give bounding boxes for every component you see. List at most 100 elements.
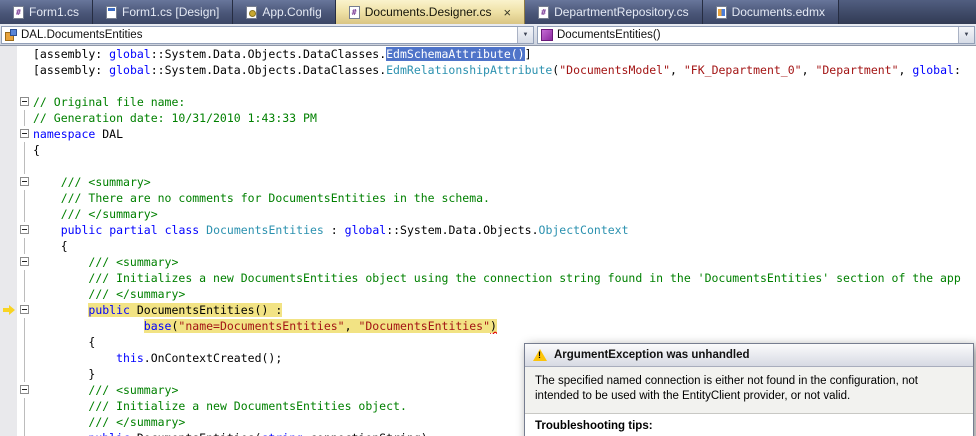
code-text: [assembly: global::System.Data.Objects.D… [33,62,976,78]
breakpoint-margin[interactable] [0,414,17,430]
breakpoint-margin[interactable] [0,430,17,436]
members-dropdown[interactable]: DocumentsEntities() ▼ [537,26,975,44]
collapse-icon[interactable] [20,305,29,314]
breakpoint-margin[interactable] [0,398,17,414]
collapse-icon[interactable] [20,385,29,394]
code-line[interactable]: /// There are no comments for DocumentsE… [0,190,976,206]
code-token: /// Initializes a new DocumentsEntities … [88,271,961,285]
collapse-icon[interactable] [20,257,29,266]
code-text: /// <summary> [33,254,976,270]
outlining-margin [17,126,33,142]
code-token: : [953,63,961,77]
breakpoint-margin[interactable] [0,190,17,206]
types-dropdown[interactable]: DAL.DocumentsEntities ▼ [1,26,534,44]
code-token: global [109,47,151,61]
code-text: { [33,238,976,254]
code-line[interactable]: /// <summary> [0,254,976,270]
breakpoint-margin[interactable] [0,94,17,110]
code-token: EdmRelationshipAttribute [386,63,553,77]
collapse-icon[interactable] [20,129,29,138]
breakpoint-margin[interactable] [0,46,17,62]
code-line[interactable]: base("name=DocumentsEntities", "Document… [0,318,976,334]
tab-app-config[interactable]: App.Config [233,0,336,24]
code-text: /// </summary> [33,206,976,222]
exception-popup-titlebar: ! ArgumentException was unhandled [525,344,973,367]
tab-departmentrepository-cs[interactable]: DepartmentRepository.cs [525,0,703,24]
code-line[interactable] [0,158,976,174]
breakpoint-margin[interactable] [0,238,17,254]
code-line[interactable]: namespace DAL [0,126,976,142]
breakpoint-margin[interactable] [0,334,17,350]
code-token: , [801,63,816,77]
outline-guide-line [24,366,25,382]
code-token: "name=DocumentsEntities" [178,319,345,333]
outline-guide-line [24,430,25,436]
code-line[interactable]: { [0,142,976,158]
code-line[interactable]: /// Initializes a new DocumentsEntities … [0,270,976,286]
breakpoint-margin[interactable] [0,62,17,78]
collapse-icon[interactable] [20,177,29,186]
code-line[interactable]: { [0,238,976,254]
code-line[interactable]: /// </summary> [0,286,976,302]
breakpoint-margin[interactable] [0,222,17,238]
breakpoint-margin[interactable] [0,350,17,366]
outlining-margin [17,206,33,222]
code-text: base("name=DocumentsEntities", "Document… [33,318,976,334]
tab-documents-edmx[interactable]: Documents.edmx [702,0,839,24]
code-line[interactable]: [assembly: global::System.Data.Objects.D… [0,46,976,62]
chevron-down-icon[interactable]: ▼ [958,27,974,43]
breakpoint-margin[interactable] [0,174,17,190]
code-line[interactable]: /// </summary> [0,206,976,222]
code-token: ::System.Data.Objects. [386,223,539,237]
outlining-margin [17,302,33,318]
breakpoint-margin[interactable] [0,318,17,334]
code-text: { [33,142,976,158]
outlining-margin [17,78,33,94]
code-line[interactable]: [assembly: global::System.Data.Objects.D… [0,62,976,78]
outlining-margin [17,350,33,366]
breakpoint-margin[interactable] [0,206,17,222]
breakpoint-margin[interactable] [0,366,17,382]
breakpoint-margin[interactable] [0,78,17,94]
outline-guide-line [24,334,25,350]
code-line[interactable]: // Generation date: 10/31/2010 1:43:33 P… [0,110,976,126]
code-token: /// <summary> [88,255,179,269]
config-file-icon [246,5,258,19]
editor-navigation-bar: DAL.DocumentsEntities ▼ DocumentsEntitie… [0,24,976,46]
outline-guide-line [24,110,25,126]
tab-form1-cs[interactable]: Form1.cs [0,0,94,24]
breakpoint-margin[interactable] [0,270,17,286]
code-token: /// </summary> [88,287,186,301]
chevron-down-icon[interactable]: ▼ [517,27,533,43]
code-token: } [88,367,96,381]
outlining-margin [17,382,33,398]
code-line[interactable]: /// <summary> [0,174,976,190]
class-icon [5,29,17,41]
collapse-icon[interactable] [20,97,29,106]
breakpoint-margin[interactable] [0,382,17,398]
breakpoint-margin[interactable] [0,142,17,158]
code-token: "DocumentsEntities" [358,319,491,333]
breakpoint-margin[interactable] [0,286,17,302]
breakpoint-margin[interactable] [0,302,17,318]
tab-documents-designer-cs[interactable]: Documents.Designer.cs × [335,0,526,24]
outline-guide-line [24,318,25,334]
code-token: class [164,223,200,237]
code-line[interactable] [0,78,976,94]
breakpoint-margin[interactable] [0,254,17,270]
breakpoint-margin[interactable] [0,126,17,142]
outlining-margin [17,110,33,126]
outlining-margin [17,238,33,254]
close-icon[interactable]: × [503,6,511,19]
code-line[interactable]: public DocumentsEntities() : [0,302,976,318]
warning-icon: ! [533,349,547,361]
breakpoint-margin[interactable] [0,158,17,174]
outlining-margin [17,334,33,350]
breakpoint-margin[interactable] [0,110,17,126]
code-line[interactable]: public partial class DocumentsEntities :… [0,222,976,238]
code-text: public partial class DocumentsEntities :… [33,222,976,238]
tab-form1-cs-design[interactable]: Form1.cs [Design] [93,0,234,24]
code-line[interactable]: // Original file name: [0,94,976,110]
collapse-icon[interactable] [20,225,29,234]
